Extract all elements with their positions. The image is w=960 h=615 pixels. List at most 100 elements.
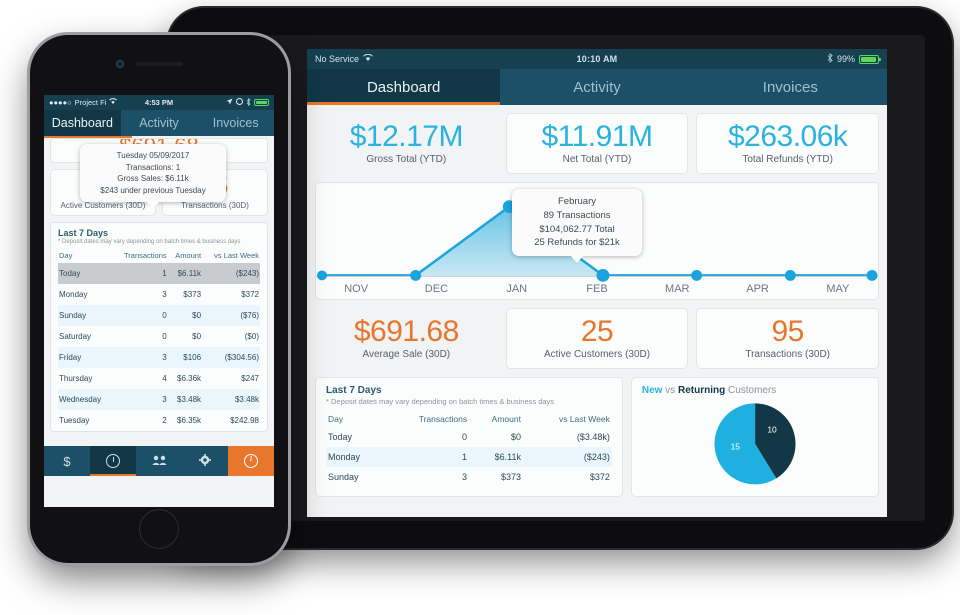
cell-day: Wednesday xyxy=(59,395,102,405)
tablet-tab-bar: Dashboard Activity Invoices xyxy=(307,69,887,105)
cell-amount: $6.11k xyxy=(177,269,202,279)
tab-dashboard[interactable]: Dashboard xyxy=(307,69,501,105)
table-row[interactable]: Today 1 $6.11k ($243) xyxy=(58,263,260,285)
stat-label: Gross Total (YTD) xyxy=(366,154,447,165)
tab-activity[interactable]: Activity xyxy=(500,69,693,105)
panel-subtitle: * Deposit dates may vary depending on ba… xyxy=(58,239,241,246)
clock-icon xyxy=(106,454,120,468)
col-vs-last-week: vs Last Week xyxy=(558,414,610,424)
tablet-status-bar: No Service 10:10 AM 99% xyxy=(307,49,887,69)
tablet-screen: No Service 10:10 AM 99% Dashboard Activi… xyxy=(307,49,887,517)
table-header-row: Day Transactions Amount vs Last Week xyxy=(326,411,612,427)
stat-value: $263.06k xyxy=(727,120,848,153)
stat-card-average-sale[interactable]: $691.68 Average Sale (30D) xyxy=(315,308,498,369)
stat-card-total-refunds[interactable]: $263.06k Total Refunds (YTD) xyxy=(696,113,880,174)
monthly-sales-area-chart[interactable]: NOV DEC JAN FEB MAR APR MAY February 89 … xyxy=(315,182,879,300)
x-tick-apr: APR xyxy=(746,283,769,295)
pie-label-returning: 10 xyxy=(767,425,777,435)
table-header-row: Day Transactions Amount vs Last Week xyxy=(58,248,260,263)
cell-vs: $372 xyxy=(241,290,259,300)
tooltip-transactions: 89 Transactions xyxy=(543,209,611,221)
last-7-days-panel: Last 7 Days * Deposit dates may vary dep… xyxy=(50,222,268,433)
legend-vs: vs xyxy=(662,385,678,396)
bottom-item-settings[interactable] xyxy=(182,446,228,476)
tab-dashboard-label: Dashboard xyxy=(366,78,441,96)
tab-invoices-label: Invoices xyxy=(762,78,818,96)
tablet-bezel: No Service 10:10 AM 99% Dashboard Activi… xyxy=(195,35,925,521)
cell-amount: $6.36k xyxy=(177,374,202,384)
tooltip-total: $104,062.77 Total xyxy=(539,223,615,235)
stat-label: Total Refunds (YTD) xyxy=(742,154,833,165)
cell-transactions: 4 xyxy=(162,374,167,384)
phone-screen: ●●●●○ Project Fi 4:53 PM Dashboard Activ… xyxy=(44,95,274,507)
tab-dashboard[interactable]: Dashboard xyxy=(44,110,121,136)
dollar-icon: $ xyxy=(63,453,71,469)
tablet-top-stats-row: $12.17M Gross Total (YTD) $11.91M Net To… xyxy=(307,105,887,182)
table-row[interactable]: Monday 1 $6.11k ($243) xyxy=(326,447,612,467)
cell-amount: $3.48k xyxy=(177,395,202,405)
legend-returning: Returning xyxy=(677,385,726,396)
phone-home-button[interactable] xyxy=(139,509,179,549)
cell-amount: $373 xyxy=(500,472,521,482)
table-row[interactable]: Wednesday 3 $3.48k $3.48k xyxy=(58,389,260,411)
customers-icon xyxy=(152,454,167,469)
stat-card-net-total[interactable]: $11.91M Net Total (YTD) xyxy=(505,113,689,174)
screenshot-stage: No Service 10:10 AM 99% Dashboard Activi… xyxy=(0,0,960,615)
stat-label: Transactions (30D) xyxy=(181,201,249,211)
tooltip-transactions: Transactions: 1 xyxy=(125,162,181,172)
table-row[interactable]: Saturday 0 $0 ($0) xyxy=(58,326,260,347)
tablet-lower-row: Last 7 Days * Deposit dates may vary dep… xyxy=(307,377,887,505)
stat-card-gross-total[interactable]: $12.17M Gross Total (YTD) xyxy=(315,113,498,174)
tab-activity[interactable]: Activity xyxy=(121,110,198,136)
cell-vs: $242.98 xyxy=(230,416,259,426)
stat-label: Active Customers (30D) xyxy=(60,201,146,211)
table-row[interactable]: Thursday 4 $6.36k $247 xyxy=(58,368,260,389)
stat-value: $691.68 xyxy=(353,315,459,348)
new-vs-returning-panel: New vs Returning Customers 10 15 xyxy=(630,377,879,497)
col-day: Day xyxy=(328,414,344,424)
last-7-days-panel: Last 7 Days * Deposit dates may vary dep… xyxy=(315,377,623,497)
cell-amount: $0 xyxy=(192,332,202,342)
col-transactions: Transactions xyxy=(123,251,167,261)
cell-transactions: 0 xyxy=(162,332,167,342)
cell-transactions: 3 xyxy=(462,472,468,482)
table-row[interactable]: Today 0 $0 ($3.48k) xyxy=(326,427,612,447)
col-amount: Amount xyxy=(491,414,521,424)
gear-icon xyxy=(199,453,211,469)
pie-label-new: 15 xyxy=(730,442,740,452)
table-row[interactable]: Friday 3 $106 ($304.56) xyxy=(58,347,260,369)
cell-day: Friday xyxy=(59,353,82,363)
tab-invoices[interactable]: Invoices xyxy=(197,110,274,136)
battery-percent-label: 99% xyxy=(836,54,855,64)
table-row[interactable]: Sunday 3 $373 $372 xyxy=(326,467,612,487)
stat-label: Net Total (YTD) xyxy=(562,154,632,165)
phone-speaker xyxy=(135,62,183,66)
cell-transactions: 3 xyxy=(162,290,167,300)
new-vs-returning-pie-chart[interactable]: 10 15 xyxy=(642,396,868,488)
info-button[interactable] xyxy=(228,446,274,476)
cell-amount: $0 xyxy=(192,311,202,321)
panel-title: Last 7 Days xyxy=(58,228,109,239)
cell-vs: ($3.48k) xyxy=(576,432,610,442)
cell-day: Monday xyxy=(59,290,88,300)
tablet-status-right: 99% xyxy=(827,53,881,65)
phone-status-bar: ●●●●○ Project Fi 4:53 PM xyxy=(44,95,274,110)
bottom-item-customers[interactable] xyxy=(136,446,182,476)
bottom-item-new-transaction[interactable]: $ xyxy=(44,446,90,476)
tab-dashboard-label: Dashboard xyxy=(51,116,113,130)
table-row[interactable]: Sunday 0 $0 ($76) xyxy=(58,305,260,327)
chart-tooltip: February 89 Transactions $104,062.77 Tot… xyxy=(512,189,642,264)
bottom-item-activity[interactable] xyxy=(90,446,136,476)
tablet-dashboard-body: $12.17M Gross Total (YTD) $11.91M Net To… xyxy=(307,105,887,517)
cell-day: Sunday xyxy=(328,472,359,482)
stat-label: Average Sale (30D) xyxy=(362,349,451,360)
stat-label: Transactions (30D) xyxy=(745,349,831,360)
x-tick-mar: MAR xyxy=(665,283,690,295)
stat-card-transactions[interactable]: 95 Transactions (30D) xyxy=(696,308,880,369)
table-row[interactable]: Tuesday 2 $6.35k $242.98 xyxy=(58,410,260,431)
table-row[interactable]: Monday 3 $373 $372 xyxy=(58,284,260,305)
tab-invoices[interactable]: Invoices xyxy=(694,69,887,105)
phone-device: ●●●●○ Project Fi 4:53 PM Dashboard Activ… xyxy=(30,35,288,563)
stat-card-active-customers[interactable]: 25 Active Customers (30D) xyxy=(505,308,689,369)
phone-front-camera xyxy=(116,60,124,68)
